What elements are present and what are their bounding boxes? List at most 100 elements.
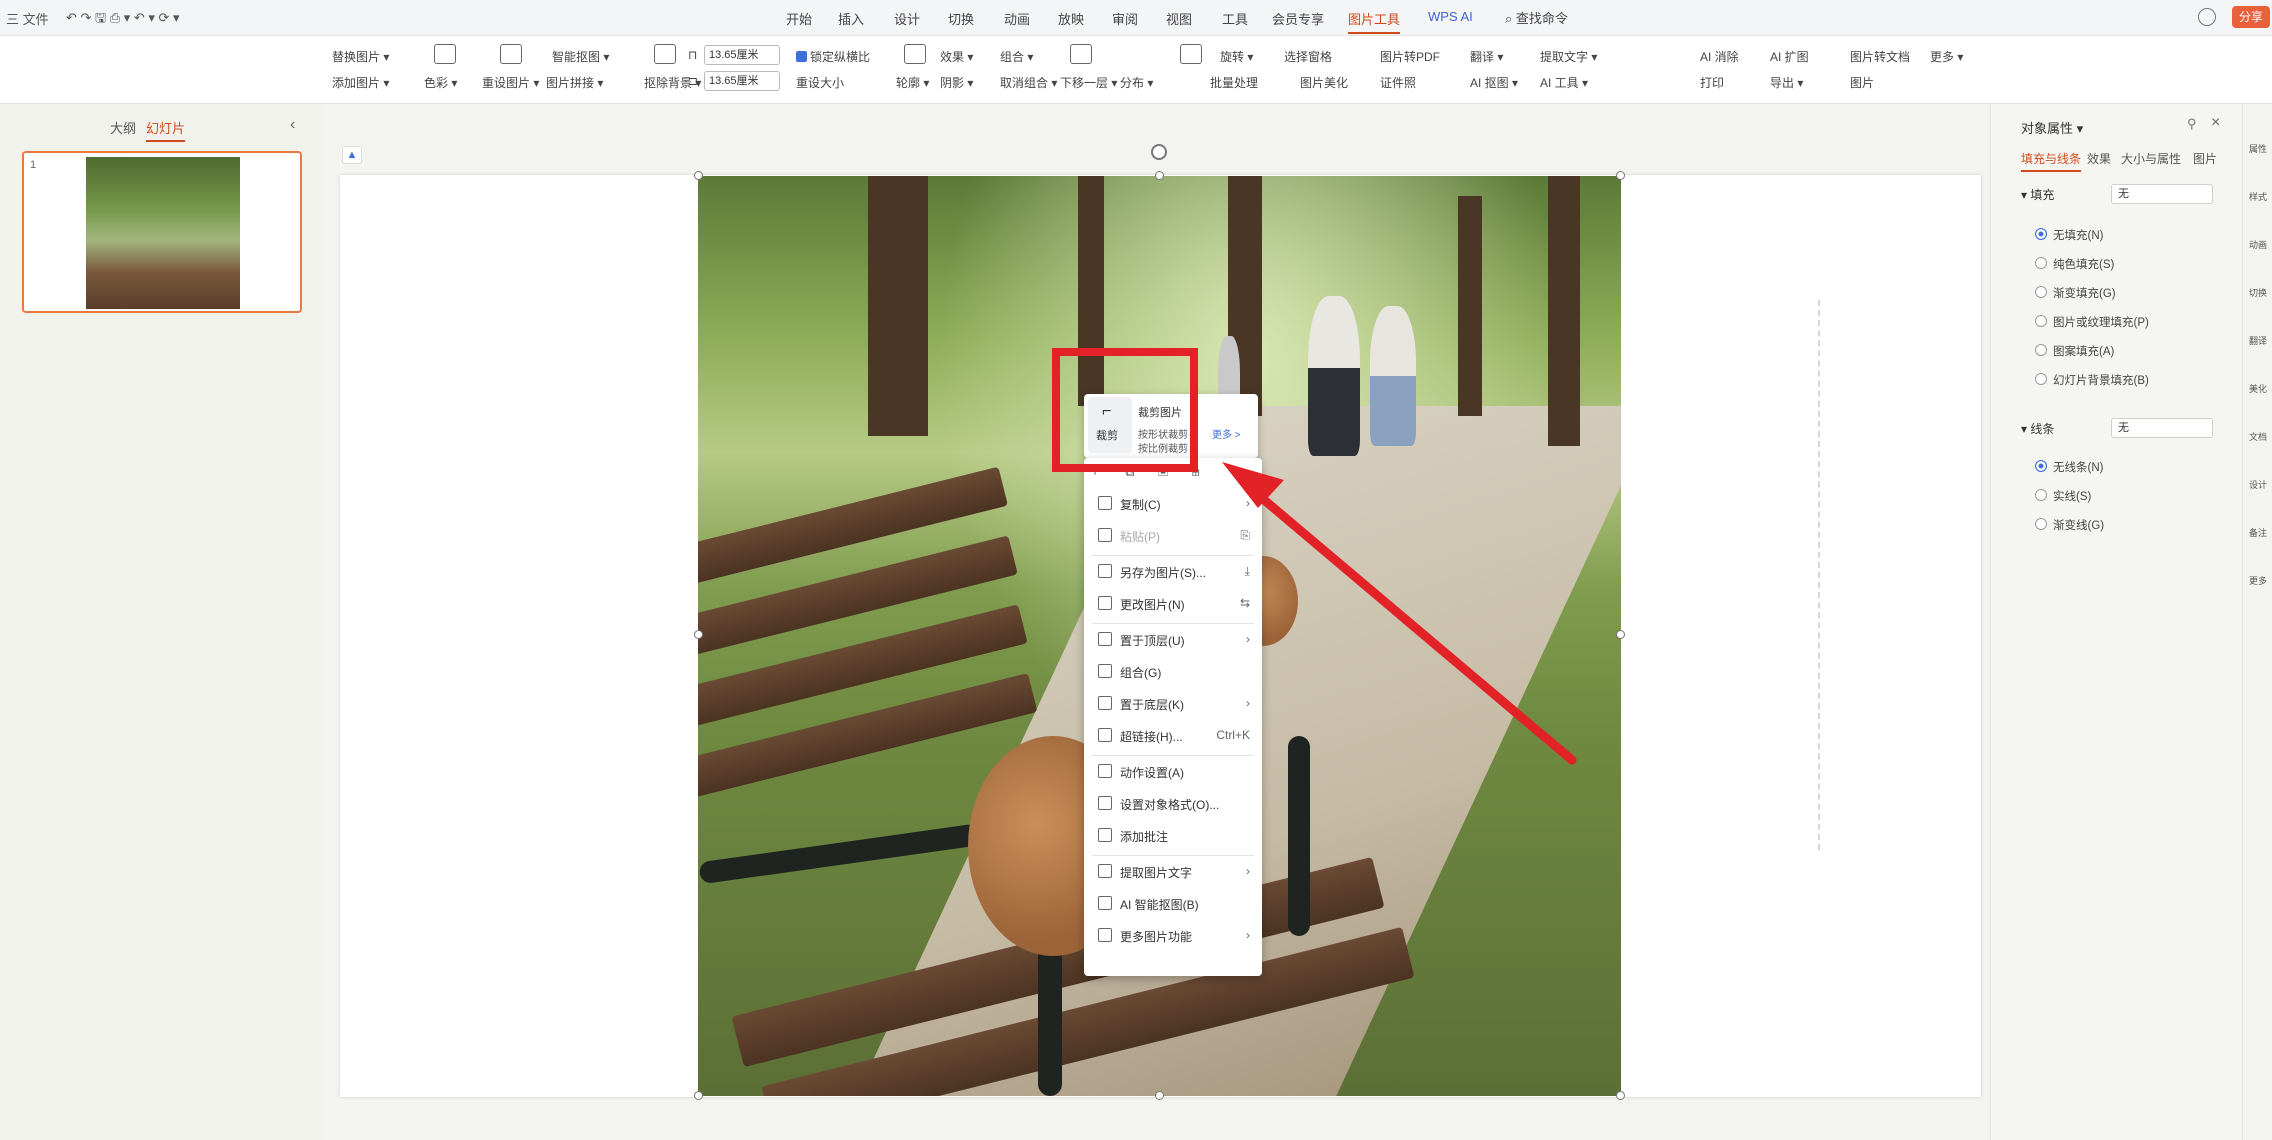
context-menu-item[interactable]: 置于顶层(U) › (1084, 626, 1262, 654)
outline-button[interactable]: 轮廓 ▾ (896, 74, 929, 91)
send-backward-button[interactable]: 下移一层 ▾ (1060, 74, 1117, 91)
rail-item[interactable]: 翻译 (2247, 336, 2269, 347)
line-radio[interactable] (2035, 489, 2047, 501)
tab-design[interactable]: 设计 (894, 9, 920, 28)
selection-pane-button[interactable]: 选择窗格 (1284, 48, 1332, 65)
tab-member[interactable]: 会员专享 (1272, 9, 1324, 28)
pin-icon[interactable]: ⚲ (2187, 116, 2197, 132)
tab-picture[interactable]: 图片 (2193, 150, 2217, 167)
tab-insert[interactable]: 插入 (838, 9, 864, 28)
context-menu-item[interactable]: 组合(G) (1084, 658, 1262, 686)
help-icon[interactable] (2198, 8, 2216, 26)
fill-radio[interactable] (2035, 315, 2047, 327)
ungroup-button[interactable]: 取消组合 ▾ (1000, 74, 1057, 91)
collapse-panel-icon[interactable]: ‹ (290, 116, 295, 134)
crop-icon[interactable] (654, 44, 676, 64)
replace-picture-button[interactable]: 替换图片 ▾ (332, 48, 389, 65)
fill-radio[interactable] (2035, 257, 2047, 269)
tab-picture-tools[interactable]: 图片工具 (1348, 9, 1401, 34)
id-photo-button[interactable]: 证件照 (1380, 74, 1416, 91)
tab-transition[interactable]: 切换 (948, 9, 974, 28)
resize-handle[interactable] (1155, 1091, 1164, 1100)
fill-section-header[interactable]: ▾ 填充 (2021, 186, 2054, 203)
resize-handle[interactable] (694, 171, 703, 180)
ai-tools-button[interactable]: AI 工具 ▾ (1540, 74, 1588, 91)
beautify-button[interactable]: 图片美化 (1300, 74, 1348, 91)
to-pdf-button[interactable]: 图片转PDF (1380, 48, 1440, 65)
tab-size-property[interactable]: 大小与属性 (2121, 150, 2181, 167)
ai-expand-button[interactable]: AI 扩图 (1770, 48, 1809, 65)
reset-size-button[interactable]: 重设大小 (796, 74, 844, 91)
shadow-button[interactable]: 阴影 ▾ (940, 74, 973, 91)
picture-button[interactable]: 图片 (1850, 74, 1874, 91)
context-menu-item[interactable]: 更改图片(N) ⇆ (1084, 590, 1262, 618)
context-menu-item[interactable]: 复制(C) › (1084, 490, 1262, 518)
border-icon[interactable] (904, 44, 926, 64)
align-icon[interactable] (1180, 44, 1202, 64)
picture-stitch-button[interactable]: 图片拼接 ▾ (546, 74, 603, 91)
fill-select[interactable]: 无 (2111, 184, 2213, 204)
export-button[interactable]: 导出 ▾ (1770, 74, 1803, 91)
fill-radio[interactable] (2035, 228, 2047, 240)
fill-radio[interactable] (2035, 286, 2047, 298)
print-button[interactable]: 打印 (1700, 74, 1724, 91)
tab-slides[interactable]: 幻灯片 (146, 118, 186, 142)
rail-item[interactable]: 文档 (2247, 432, 2269, 443)
picture-to-doc-button[interactable]: 图片转文档 (1850, 48, 1910, 65)
color-button[interactable]: 色彩 ▾ (424, 74, 457, 91)
translate-button[interactable]: 翻译 ▾ (1470, 48, 1503, 65)
extract-text-button[interactable]: 提取文字 ▾ (1540, 48, 1597, 65)
fill-radio[interactable] (2035, 344, 2047, 356)
context-menu-item[interactable]: 粘贴(P) ⎘ (1084, 522, 1262, 550)
rail-item[interactable]: 切换 (2247, 288, 2269, 299)
rotate-handle-icon[interactable] (1151, 144, 1167, 160)
context-menu-item[interactable]: 另存为图片(S)... ⤓ (1084, 558, 1262, 586)
rail-item[interactable]: 备注 (2247, 528, 2269, 539)
smart-cutout-button[interactable]: 智能抠图 ▾ (552, 48, 609, 65)
context-menu-item[interactable]: 更多图片功能 › (1084, 922, 1262, 950)
tab-view[interactable]: 视图 (1166, 9, 1192, 28)
batch-button[interactable]: 批量处理 (1210, 74, 1258, 91)
add-picture-button[interactable]: 添加图片 ▾ (332, 74, 389, 91)
rail-item[interactable]: 美化 (2247, 384, 2269, 395)
resize-handle[interactable] (1616, 171, 1625, 180)
more-button[interactable]: 更多 ▾ (1930, 48, 1963, 65)
width-input[interactable]: 13.65厘米 (704, 45, 780, 65)
clarity-icon[interactable] (500, 44, 522, 64)
slide-thumbnail[interactable]: 1 (22, 151, 302, 313)
close-icon[interactable]: × (2211, 114, 2220, 132)
rotate-button[interactable]: 旋转 ▾ (1220, 48, 1253, 65)
tab-tools[interactable]: 工具 (1222, 9, 1248, 28)
line-radio[interactable] (2035, 518, 2047, 530)
resize-handle[interactable] (694, 630, 703, 639)
height-input[interactable]: 13.65厘米 (704, 71, 780, 91)
rail-item[interactable]: 设计 (2247, 480, 2269, 491)
ai-cutout-button[interactable]: AI 抠图 ▾ (1470, 74, 1518, 91)
rail-item[interactable]: 样式 (2247, 192, 2269, 203)
tab-effect[interactable]: 效果 (2087, 150, 2111, 167)
line-radio[interactable] (2035, 460, 2047, 472)
context-menu-item[interactable]: 设置对象格式(O)... (1084, 790, 1262, 818)
resize-handle[interactable] (1616, 630, 1625, 639)
share-button[interactable]: 分享 (2232, 6, 2270, 28)
resize-handle[interactable] (1616, 1091, 1625, 1100)
compress-icon[interactable] (434, 44, 456, 64)
context-menu-item[interactable]: 添加批注 (1084, 822, 1262, 850)
context-menu-item[interactable]: 提取图片文字 › (1084, 858, 1262, 886)
rail-item[interactable]: 更多 (2247, 576, 2269, 587)
resize-handle[interactable] (694, 1091, 703, 1100)
group-button[interactable]: 组合 ▾ (1000, 48, 1033, 65)
context-menu-item[interactable]: 置于底层(K) › (1084, 690, 1262, 718)
ai-layout-icon[interactable]: ▲ (342, 146, 362, 164)
rail-item[interactable]: 动画 (2247, 240, 2269, 251)
search-command[interactable]: ⌕ 查找命令 (1505, 8, 1568, 27)
resize-handle[interactable] (1155, 171, 1164, 180)
more-crop-link[interactable]: 更多 > (1212, 426, 1241, 441)
context-menu-item[interactable]: AI 智能抠图(B) (1084, 890, 1262, 918)
line-select[interactable]: 无 (2111, 418, 2213, 438)
quick-access-toolbar[interactable]: ↶ ↷ 🖫 ⎙ ▾ ↶ ▾ ⟳ ▾ (66, 9, 180, 31)
tab-fill-line[interactable]: 填充与线条 (2021, 150, 2082, 172)
lock-ratio-checkbox[interactable]: 锁定纵横比 (796, 48, 870, 65)
fill-radio[interactable] (2035, 373, 2047, 385)
wps-ai-button[interactable]: WPS AI (1428, 9, 1473, 24)
